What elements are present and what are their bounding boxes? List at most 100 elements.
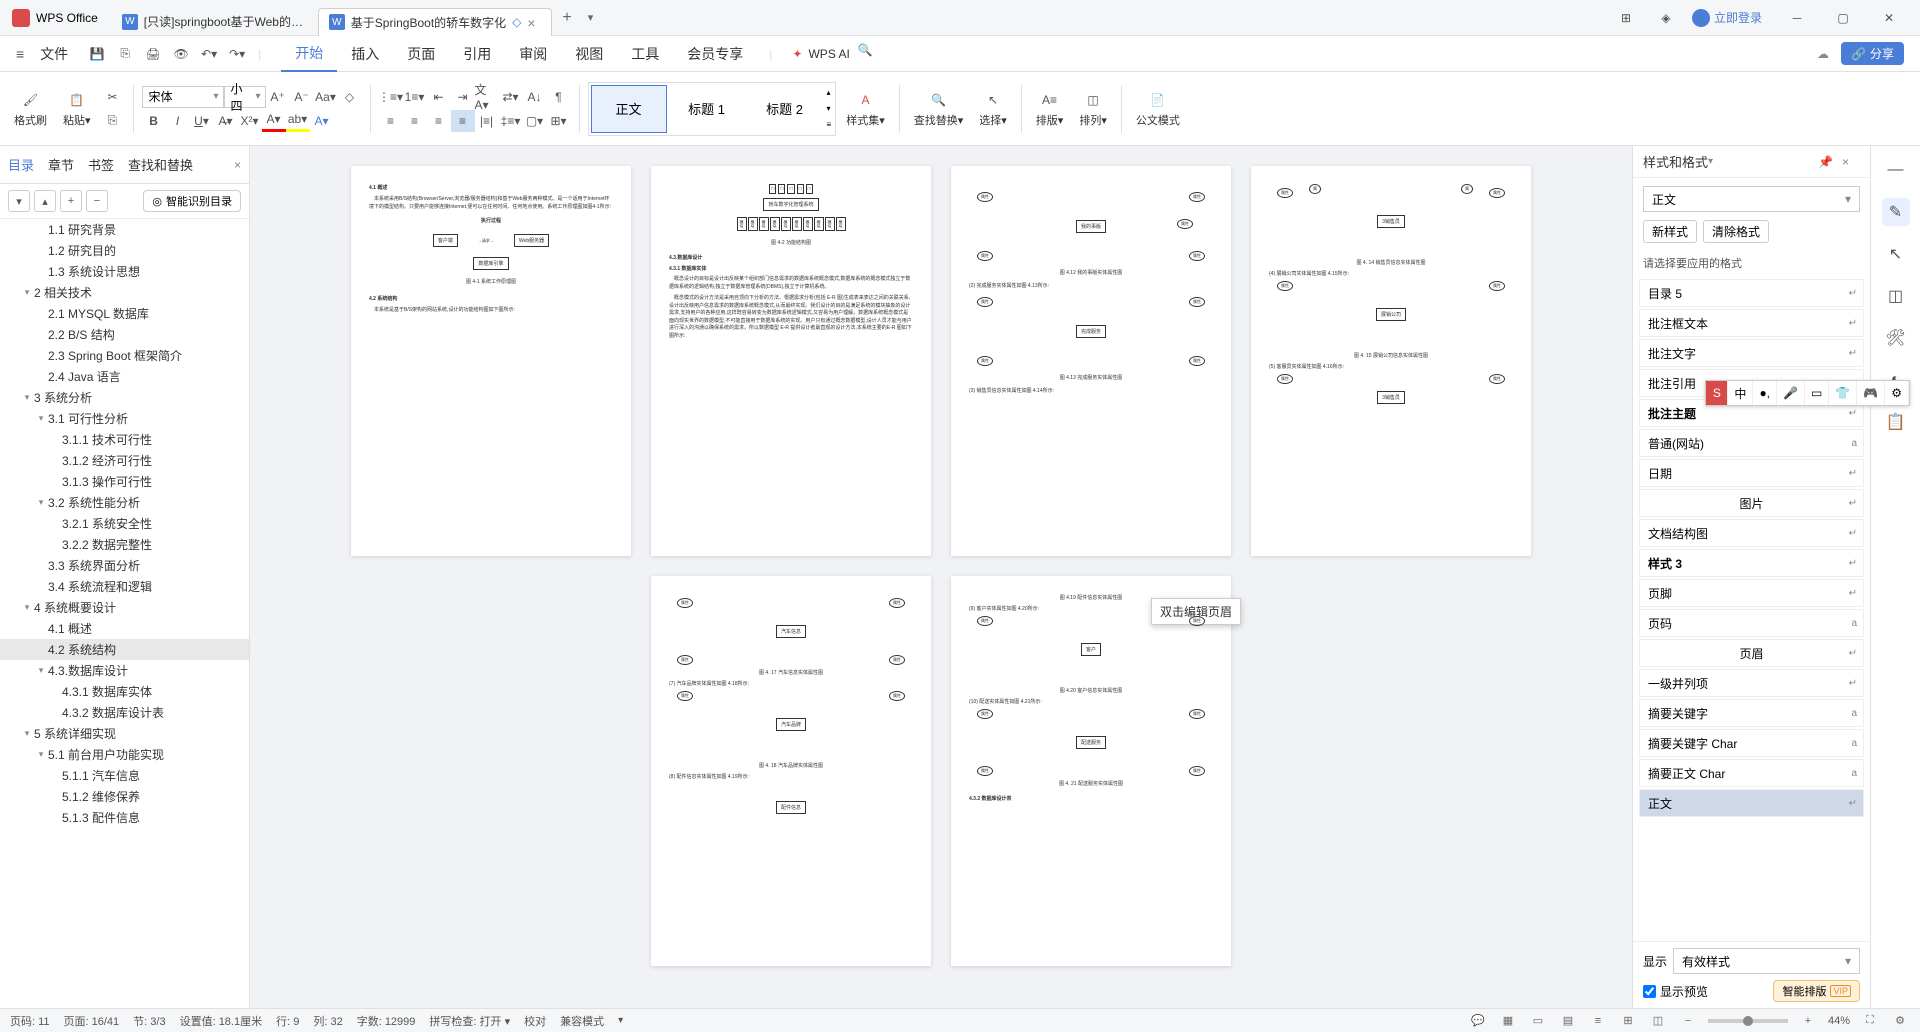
page-thumbnail[interactable]: 双击编辑页眉 图 4.19 配件信息实体属性图 (9) 客户实体属性如图 4.2… — [951, 576, 1231, 966]
fit-page-icon[interactable]: ⛶ — [1860, 1012, 1880, 1030]
italic-icon[interactable]: I — [166, 110, 190, 132]
file-menu[interactable]: 文件 — [32, 44, 76, 64]
clipboard-icon[interactable]: 📋 — [1882, 408, 1910, 436]
style-list-item[interactable]: 一级并列项↵ — [1639, 669, 1864, 697]
toc-item[interactable]: 3.3 系统界面分析 — [0, 555, 249, 576]
expand-icon[interactable]: ▾ — [34, 413, 48, 424]
distribute-icon[interactable]: |≡| — [475, 110, 499, 132]
tab-insert[interactable]: 插入 — [337, 36, 393, 72]
borders-icon[interactable]: ⊞▾ — [547, 110, 571, 132]
style-list-item[interactable]: 页码a — [1639, 609, 1864, 637]
toc-item[interactable]: ▾3.2 系统性能分析 — [0, 492, 249, 513]
toc-item[interactable]: ▾5 系统详细实现 — [0, 723, 249, 744]
close-icon[interactable]: × — [527, 15, 541, 29]
style-list-item[interactable]: 批注文字↵ — [1639, 339, 1864, 367]
close-icon[interactable]: × — [234, 158, 241, 172]
align-right-icon[interactable]: ≡ — [427, 110, 451, 132]
minus-icon[interactable]: − — [86, 190, 108, 212]
tab-review[interactable]: 审阅 — [505, 36, 561, 72]
plus-icon[interactable]: + — [60, 190, 82, 212]
tab-icon[interactable]: ⇄▾ — [499, 86, 523, 108]
sort-icon[interactable]: A↓ — [523, 86, 547, 108]
shrink-font-icon[interactable]: A⁻ — [290, 86, 314, 108]
paste-button[interactable]: 📋 粘贴▾ — [57, 88, 97, 130]
toc-item[interactable]: 3.1.3 操作可行性 — [0, 471, 249, 492]
style-normal[interactable]: 正文 — [591, 85, 667, 133]
style-more-icon[interactable]: ≡ — [827, 120, 832, 129]
bullets-icon[interactable]: ⋮≡▾ — [379, 86, 403, 108]
style-list-item[interactable]: 样式 3↵ — [1639, 549, 1864, 577]
tab-menu-button[interactable]: ▾ — [580, 11, 602, 24]
page-thumbnail[interactable]: 4.1 概述 本系统采用B/S结构(Browser/Server,浏览器/服务器… — [351, 166, 631, 556]
format-painter-button[interactable]: 🖌 格式刷 — [8, 88, 53, 130]
toc-item[interactable]: 4.3.1 数据库实体 — [0, 681, 249, 702]
status-spell[interactable]: 拼写检查: 打开 ▾ — [429, 1013, 510, 1029]
align-left-icon[interactable]: ≡ — [379, 110, 403, 132]
text-direction-icon[interactable]: 文A▾ — [475, 86, 499, 108]
outline-view-icon[interactable]: ≡ — [1588, 1012, 1608, 1030]
web-view-icon[interactable]: ▤ — [1558, 1012, 1578, 1030]
toc-item[interactable]: 5.1.2 维修保养 — [0, 786, 249, 807]
toc-item[interactable]: 1.1 研究背景 — [0, 219, 249, 240]
zoom-in-icon[interactable]: + — [1798, 1012, 1818, 1030]
toc-item[interactable]: ▾5.1 前台用户功能实现 — [0, 744, 249, 765]
toc-item[interactable]: 5.1.3 配件信息 — [0, 807, 249, 828]
toc-item[interactable]: 5.1.1 汽车信息 — [0, 765, 249, 786]
font-size-select[interactable]: 小四 — [224, 86, 266, 108]
expand-icon[interactable]: ▾ — [34, 665, 48, 676]
document-tab-2[interactable]: W 基于SpringBoot的轿车数字化 ◇ × — [318, 8, 553, 36]
smart-toc-button[interactable]: ◎ 智能识别目录 — [143, 190, 241, 212]
page-thumbnail[interactable]: 汽车信息 属性 属性 属性 属性 图 4. 17 汽车信息实体属性图 (7) 汽… — [651, 576, 931, 966]
print-icon[interactable]: 🖨 — [142, 43, 164, 65]
edit-icon[interactable]: ✎ — [1882, 198, 1910, 226]
tab-member[interactable]: 会员专享 — [673, 36, 757, 72]
highlight-icon[interactable]: ab▾ — [286, 110, 310, 132]
current-style-select[interactable]: 正文 — [1643, 186, 1860, 212]
arrange-button[interactable]: ◫ 排列▾ — [1073, 88, 1113, 130]
login-button[interactable]: 立即登录 — [1692, 9, 1762, 27]
ime-lang[interactable]: 中 — [1728, 381, 1753, 405]
style-list-item[interactable]: 普通(网站)a — [1639, 429, 1864, 457]
toc-item[interactable]: 4.1 概述 — [0, 618, 249, 639]
ruler-view-icon[interactable]: ◫ — [1648, 1012, 1668, 1030]
font-name-select[interactable]: 宋体 — [142, 86, 224, 108]
toc-item[interactable]: 3.2.2 数据完整性 — [0, 534, 249, 555]
tab-page[interactable]: 页面 — [393, 36, 449, 72]
tab-view[interactable]: 视图 — [561, 36, 617, 72]
style-list-item[interactable]: 文档结构图↵ — [1639, 519, 1864, 547]
smart-layout-button[interactable]: 智能排版 VIP — [1773, 980, 1860, 1002]
close-button[interactable]: ✕ — [1866, 4, 1912, 32]
toc-item[interactable]: 3.4 系统流程和逻辑 — [0, 576, 249, 597]
status-proof[interactable]: 校对 — [524, 1013, 546, 1029]
search-icon[interactable]: 🔍 — [858, 43, 880, 65]
toc-item[interactable]: 3.1.1 技术可行性 — [0, 429, 249, 450]
save-icon[interactable]: 💾 — [86, 43, 108, 65]
settings-icon[interactable]: ⚙ — [1890, 1012, 1910, 1030]
line-spacing-icon[interactable]: ‡≡▾ — [499, 110, 523, 132]
underline-icon[interactable]: U▾ — [190, 110, 214, 132]
style-list-item[interactable]: 摘要正文 Chara — [1639, 759, 1864, 787]
page-thumbnail[interactable]: □□□□□ 轿车数字化管理系统 模块 模块 模块 模块 模块 模块 模块 模块 … — [651, 166, 931, 556]
layout-button[interactable]: A≡ 排版▾ — [1030, 88, 1070, 130]
toc-item[interactable]: 2.4 Java 语言 — [0, 366, 249, 387]
zoom-out-icon[interactable]: − — [1678, 1012, 1698, 1030]
cube-icon[interactable]: ◈ — [1652, 4, 1680, 32]
text-effects-icon[interactable]: A▾ — [310, 110, 334, 132]
align-justify-icon[interactable]: ≡ — [451, 110, 475, 132]
toc-item[interactable]: 4.3.2 数据库设计表 — [0, 702, 249, 723]
toc-item[interactable]: ▾2 相关技术 — [0, 282, 249, 303]
style-list-item[interactable]: 页脚↵ — [1639, 579, 1864, 607]
tab-ai-icon[interactable]: ◇ — [512, 15, 521, 29]
expand-icon[interactable]: ▾ — [20, 392, 34, 403]
copy-icon[interactable]: ⎘ — [101, 110, 125, 132]
clear-format-button[interactable]: 清除格式 — [1703, 220, 1769, 243]
export-icon[interactable]: ⎘ — [114, 43, 136, 65]
nav-tab-chapter[interactable]: 章节 — [48, 155, 74, 174]
add-tab-button[interactable]: + — [554, 9, 579, 27]
status-compat[interactable]: 兼容模式 — [560, 1013, 604, 1029]
reading-view-icon[interactable]: ▭ — [1528, 1012, 1548, 1030]
preview-checkbox[interactable]: 显示预览 — [1643, 983, 1708, 1000]
expand-icon[interactable]: ▾ — [20, 728, 34, 739]
style-up-icon[interactable]: ▴ — [827, 88, 832, 97]
preview-icon[interactable]: 👁 — [170, 43, 192, 65]
